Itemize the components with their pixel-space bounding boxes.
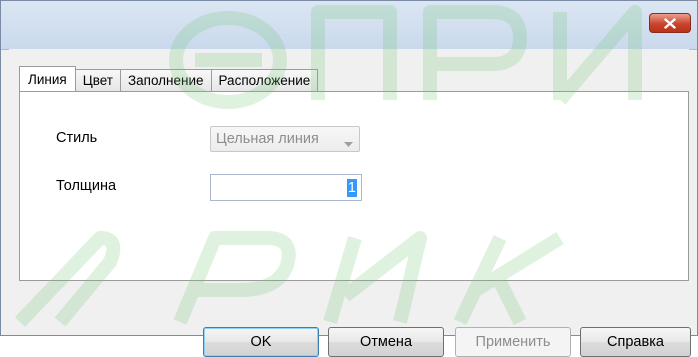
tab-position[interactable]: Расположение: [210, 69, 319, 91]
ok-button[interactable]: OK: [203, 327, 319, 357]
tab-color[interactable]: Цвет: [74, 69, 121, 91]
close-icon: [664, 17, 676, 29]
help-button[interactable]: Справка: [580, 327, 691, 357]
thickness-input[interactable]: 1: [210, 174, 362, 201]
dialog-window: Линия Цвет Заполнение Расположение Стиль…: [0, 0, 698, 357]
style-label: Стиль: [56, 130, 98, 146]
dialog-client-area: Линия Цвет Заполнение Расположение Стиль…: [9, 49, 689, 331]
tab-fill[interactable]: Заполнение: [119, 69, 212, 91]
tab-panel-line: Стиль Цельная линия Толщина 1: [19, 91, 689, 281]
cancel-button[interactable]: Отмена: [328, 327, 444, 357]
title-bar[interactable]: [1, 1, 697, 50]
thickness-value: 1: [346, 178, 357, 197]
tab-strip: Линия Цвет Заполнение Расположение: [19, 66, 319, 91]
apply-button[interactable]: Применить: [455, 327, 571, 357]
tab-line[interactable]: Линия: [19, 66, 76, 91]
thickness-label: Толщина: [56, 178, 117, 194]
style-combobox-value: Цельная линия: [216, 131, 319, 147]
close-button[interactable]: [649, 13, 691, 33]
chevron-down-icon: [344, 136, 353, 151]
style-combobox[interactable]: Цельная линия: [210, 126, 360, 152]
